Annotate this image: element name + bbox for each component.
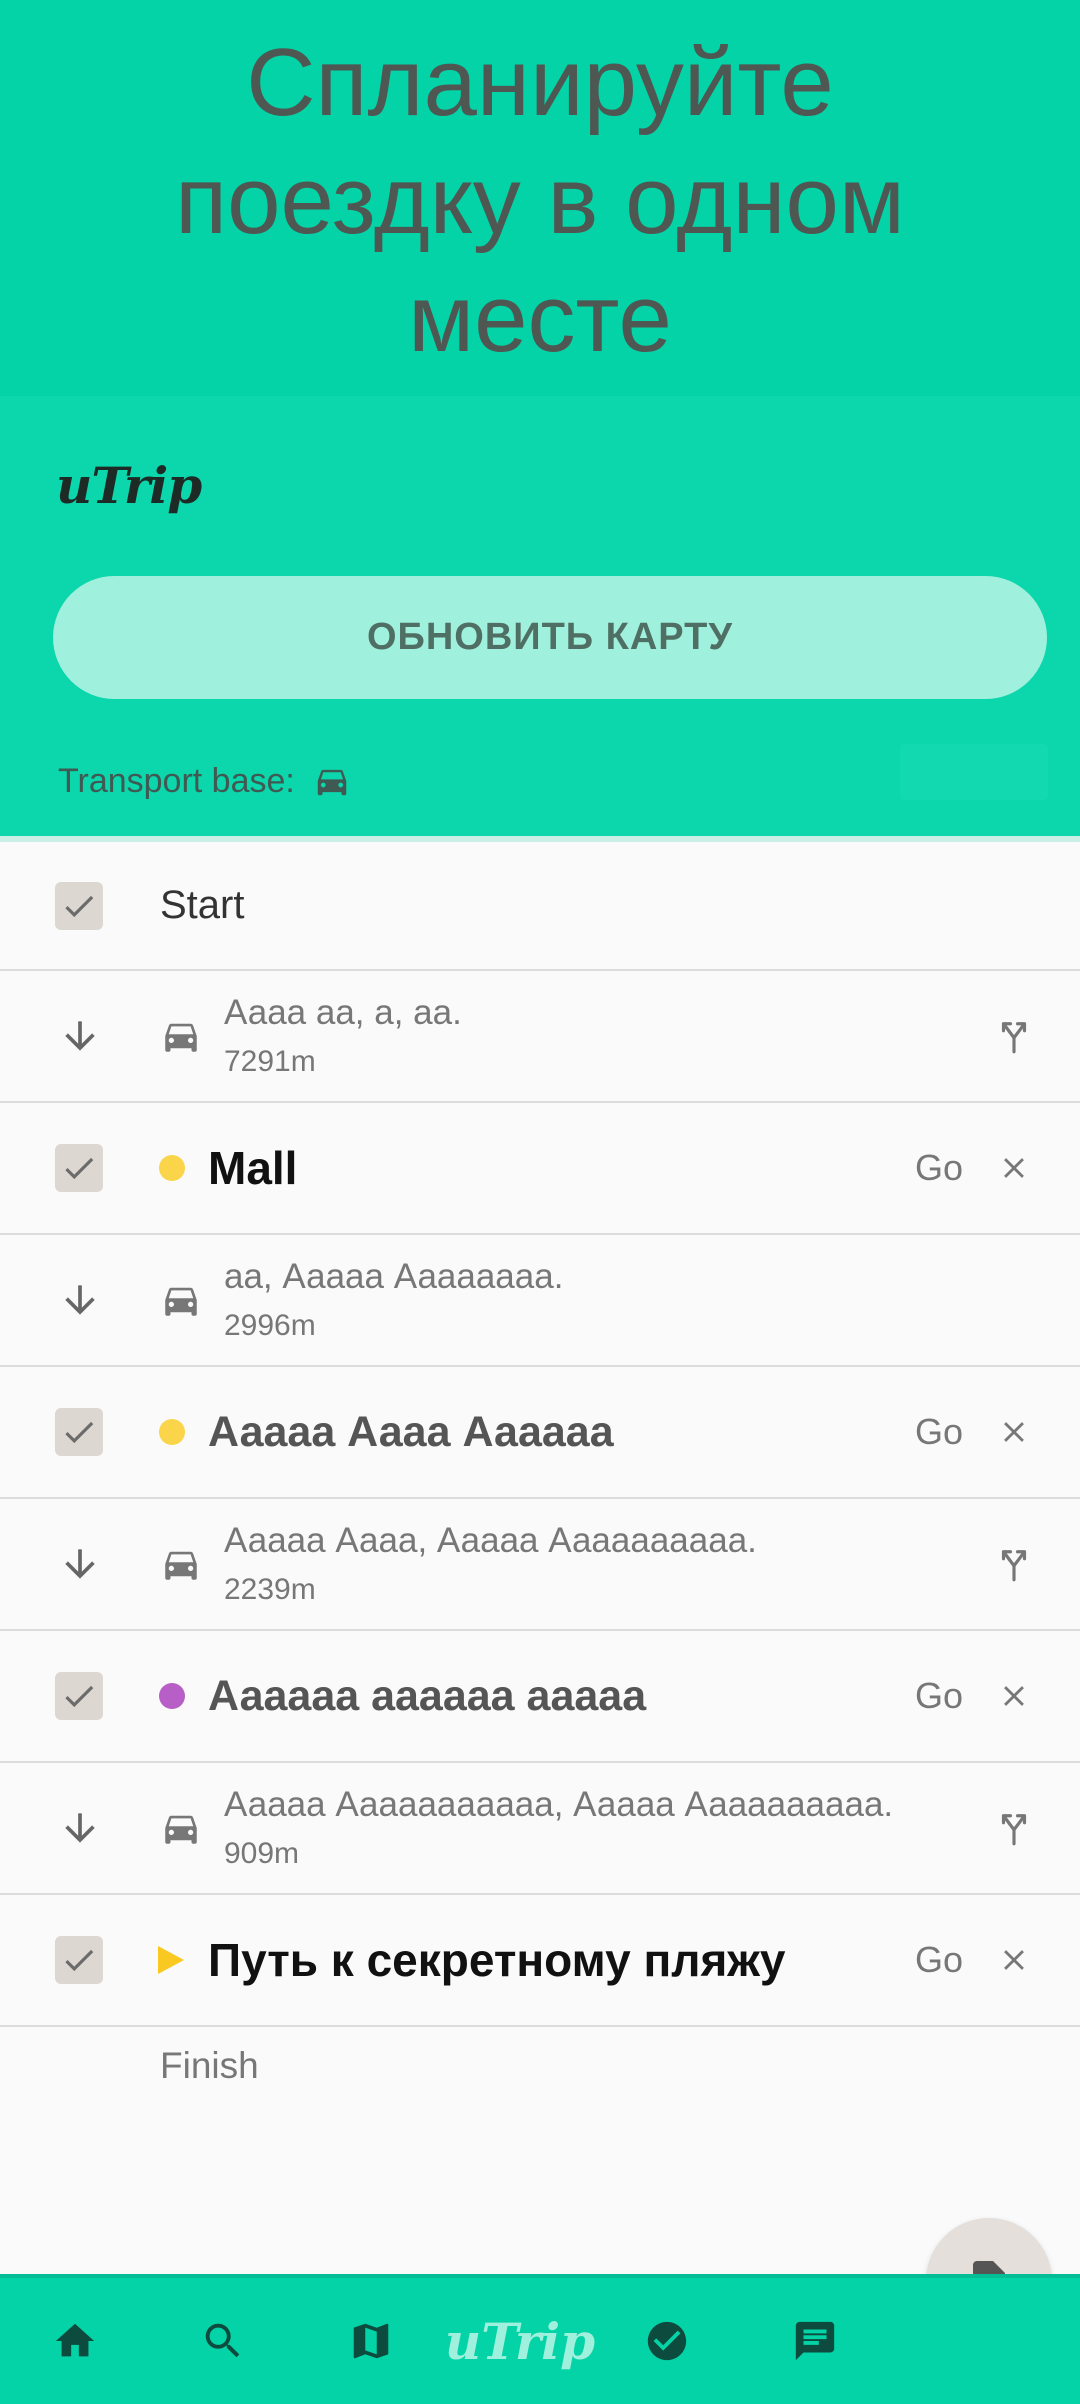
route-list: Start Аааа аа, а, аа. 7291m Mall Go аа, … [0, 842, 1080, 2027]
app-logo: uTrip [56, 456, 202, 515]
go-button[interactable]: Go [915, 1147, 963, 1189]
check-icon [65, 1949, 94, 1972]
hero-banner: Спланируйте поездку в одном месте [0, 0, 1080, 396]
fork-icon[interactable] [993, 1543, 1035, 1585]
leg-description: Ааааа Ааааааааааа, Ааааа Аааааааааа. [224, 1785, 894, 1824]
arrow-down-icon[interactable] [58, 1014, 102, 1058]
leg-row: Ааааа Аааа, Ааааа Аааааааааа. 2239m [0, 1499, 1080, 1631]
bottom-navigation: uTrip [0, 2274, 1080, 2404]
close-icon[interactable] [997, 1943, 1031, 1977]
stop-name: Аааааа аааааа ааааа [208, 1671, 647, 1720]
leg-distance: 2996m [224, 1309, 316, 1342]
nav-map[interactable] [326, 2278, 416, 2404]
fork-icon[interactable] [993, 1015, 1035, 1057]
leg-row: Аааа аа, а, аа. 7291m [0, 971, 1080, 1103]
list-item-stop: Ааааа Аааа Аааааа Go [0, 1367, 1080, 1499]
leg-distance: 2239m [224, 1573, 316, 1606]
transport-label: Transport base: [58, 761, 295, 800]
arrow-down-icon[interactable] [58, 1806, 102, 1850]
transport-base: Transport base: [58, 746, 351, 816]
check-icon [65, 1685, 94, 1708]
nav-home[interactable] [30, 2278, 120, 2404]
checkbox[interactable] [55, 1936, 103, 1984]
go-button[interactable]: Go [915, 1939, 963, 1981]
chat-icon [795, 2321, 835, 2361]
fork-icon[interactable] [993, 1807, 1035, 1849]
close-icon[interactable] [997, 1679, 1031, 1713]
list-item-stop: Аааааа аааааа ааааа Go [0, 1631, 1080, 1763]
map-icon [353, 2323, 389, 2359]
update-map-button[interactable]: ОБНОВИТЬ КАРТУ [53, 576, 1047, 699]
leg-description: аа, Ааааа Аааааааа. [224, 1257, 564, 1296]
finish-label: Finish [160, 2045, 259, 2086]
close-icon[interactable] [997, 1415, 1031, 1449]
leg-distance: 7291m [224, 1045, 316, 1078]
search-icon [205, 2323, 240, 2358]
list-item-stop: Путь к секретному пляжу Go [0, 1895, 1080, 2027]
nav-utrip[interactable]: uTrip [445, 2278, 595, 2404]
checkbox[interactable] [55, 1408, 103, 1456]
check-icon [65, 895, 94, 917]
home-icon [55, 2323, 95, 2357]
arrow-down-icon[interactable] [58, 1542, 102, 1586]
header-shade [900, 744, 1048, 800]
car-icon [165, 1023, 197, 1052]
go-button[interactable]: Go [915, 1675, 963, 1717]
car-icon [165, 1815, 197, 1844]
leg-description: Ааааа Аааа, Ааааа Аааааааааа. [224, 1521, 757, 1560]
leg-row: аа, Ааааа Аааааааа. 2996m [0, 1235, 1080, 1367]
nav-chat[interactable] [770, 2278, 860, 2404]
list-item-stop: Mall Go [0, 1103, 1080, 1235]
leg-distance: 909m [224, 1837, 300, 1870]
stop-marker-dot [159, 1419, 185, 1445]
nav-search[interactable] [178, 2278, 268, 2404]
stop-marker-dot [159, 1683, 185, 1709]
check-circle-icon [647, 2321, 687, 2361]
checkbox[interactable] [55, 1672, 103, 1720]
car-icon[interactable] [313, 762, 351, 800]
hero-title: Спланируйте поездку в одном месте [175, 29, 905, 372]
close-icon[interactable] [997, 1151, 1031, 1185]
utrip-logo: uTrip [444, 2311, 596, 2371]
stop-marker-dot [159, 1155, 185, 1181]
nav-checklist[interactable] [622, 2278, 712, 2404]
leg-row: Ааааа Ааааааааааа, Ааааа Аааааааааа. 909… [0, 1763, 1080, 1895]
arrow-down-icon[interactable] [58, 1278, 102, 1322]
stop-name: Mall [208, 1142, 298, 1194]
stop-name: Путь к секретному пляжу [208, 1934, 786, 1986]
car-icon [165, 1287, 197, 1316]
car-icon [165, 1551, 197, 1580]
trip-header: uTrip ОБНОВИТЬ КАРТУ Transport base: [0, 396, 1080, 836]
flag-marker-icon [158, 1946, 184, 1974]
leg-description: Аааа аа, а, аа. [224, 993, 462, 1032]
go-button[interactable]: Go [915, 1411, 963, 1453]
checkbox[interactable] [55, 881, 103, 930]
check-icon [65, 1157, 94, 1180]
stop-name: Ааааа Аааа Аааааа [208, 1407, 614, 1456]
checkbox[interactable] [55, 1144, 103, 1192]
start-label: Start [160, 883, 245, 927]
check-icon [65, 1421, 94, 1444]
list-item-start: Start [0, 842, 1080, 971]
